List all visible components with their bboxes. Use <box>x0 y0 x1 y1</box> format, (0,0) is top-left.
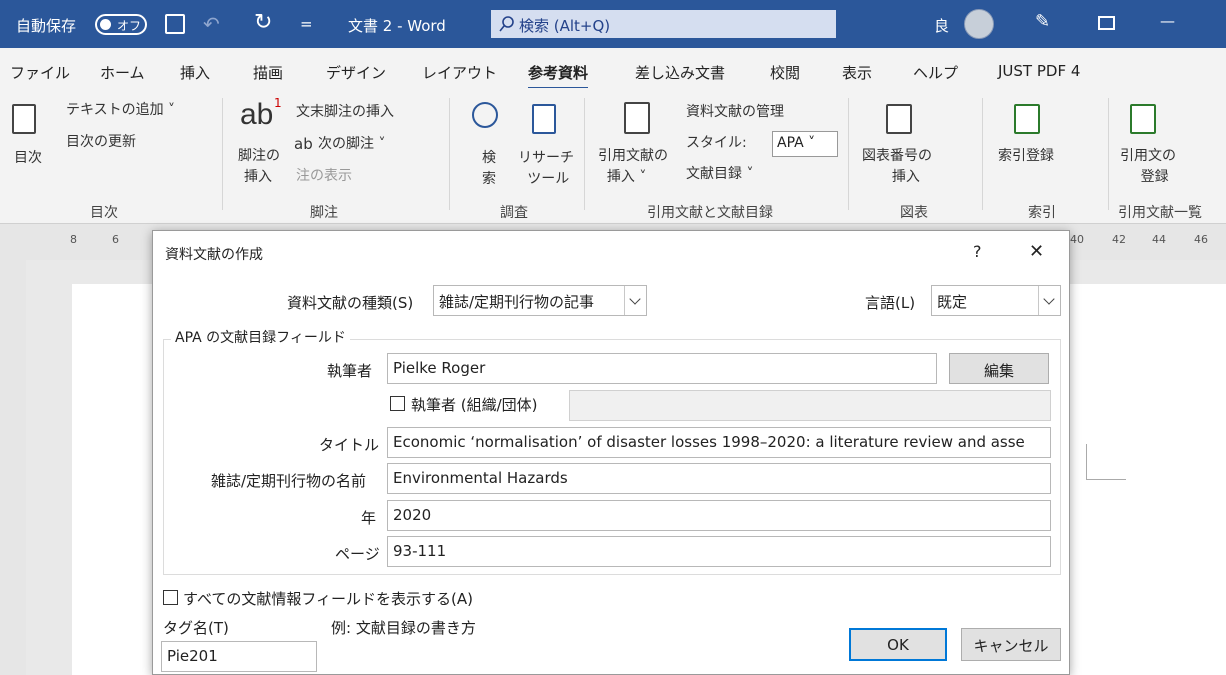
ribbon: 目次 テキストの追加 ˅ 目次の更新 目次 ab 1 脚注の 挿入 文末脚注の挿… <box>0 88 1226 224</box>
toc-icon <box>12 104 36 134</box>
journal-field[interactable]: Environmental Hazards <box>387 463 1051 494</box>
tab-mailings[interactable]: 差し込み文書 <box>635 62 725 83</box>
customize-quick-access-icon[interactable]: = <box>300 15 313 33</box>
manage-sources-button[interactable]: 資料文献の管理 <box>686 102 784 123</box>
ribbon-display-icon[interactable] <box>1098 16 1115 30</box>
tab-just-pdf[interactable]: JUST PDF 4 <box>998 62 1080 80</box>
dialog-title: 資料文献の作成 <box>165 247 263 263</box>
mark-entry-icon <box>1014 104 1040 134</box>
example-label: 例: 文献目録の書き方 <box>331 619 476 637</box>
minimize-button[interactable]: — <box>1160 12 1175 30</box>
create-source-dialog: 資料文献の作成 ? ✕ 資料文献の種類(S) 雑誌/定期刊行物の記事 言語(L)… <box>152 230 1070 675</box>
insert-endnote-button[interactable]: 文末脚注の挿入 <box>296 102 394 123</box>
tab-view[interactable]: 表示 <box>842 62 872 83</box>
year-label: 年 <box>361 509 377 527</box>
tab-layout[interactable]: レイアウト <box>422 62 497 83</box>
corporate-author-label: 執筆者 (組織/団体) <box>411 396 538 414</box>
search-icon <box>499 16 514 32</box>
captions-group-label: 図表 <box>900 205 928 221</box>
autosave-toggle[interactable]: オフ <box>95 14 147 35</box>
autosave-label: 自動保存 <box>16 17 77 35</box>
language-select[interactable]: 既定 <box>931 285 1061 316</box>
edit-author-button[interactable]: 編集 <box>949 353 1049 384</box>
text-boundary-mark <box>1086 444 1126 480</box>
author-field[interactable]: Pielke Roger <box>387 353 937 384</box>
avatar[interactable] <box>964 9 994 39</box>
vertical-ruler <box>0 260 26 675</box>
ok-button[interactable]: OK <box>849 628 947 661</box>
insert-caption-icon <box>886 104 912 134</box>
style-label: スタイル: <box>686 135 747 151</box>
mark-citation-button[interactable]: 引用文の 登録 <box>1120 146 1176 188</box>
field-group-label: APA の文献目録フィールド <box>171 327 350 347</box>
language-label: 言語(L) <box>865 294 916 312</box>
research-group-label: 調査 <box>500 205 528 221</box>
researcher-icon <box>532 104 556 134</box>
citations-group-label: 引用文献と文献目録 <box>647 205 773 221</box>
index-group-label: 索引 <box>1028 205 1056 221</box>
undo-icon[interactable]: ↶ <box>203 12 220 36</box>
tab-draw[interactable]: 描画 <box>253 62 283 83</box>
title-label: タイトル <box>319 436 380 454</box>
ribbon-tabs: ファイル ホーム 挿入 描画 デザイン レイアウト 参考資料 差し込み文書 校閲… <box>0 48 1226 90</box>
tab-insert[interactable]: 挿入 <box>180 62 210 83</box>
chevron-down-icon: ˅ <box>808 135 816 151</box>
insert-citation-button[interactable]: 引用文献の 挿入 ˅ <box>598 146 668 188</box>
tab-home[interactable]: ホーム <box>100 62 145 83</box>
insert-caption-button[interactable]: 図表番号の 挿入 <box>862 146 932 188</box>
style-select[interactable]: APA ˅ <box>772 131 838 157</box>
researcher-button[interactable]: リサーチ ツール <box>518 148 574 190</box>
footnote-superscript: 1 <box>274 96 282 110</box>
tab-review[interactable]: 校閲 <box>770 62 800 83</box>
show-all-fields-label: すべての文献情報フィールドを表示する(A) <box>183 590 474 608</box>
year-field[interactable]: 2020 <box>387 500 1051 531</box>
tab-design[interactable]: デザイン <box>326 62 386 83</box>
footnotes-group-label: 脚注 <box>310 205 338 221</box>
source-type-select[interactable]: 雑誌/定期刊行物の記事 <box>433 285 647 316</box>
show-notes-button[interactable]: 注の表示 <box>296 166 352 187</box>
next-footnote-icon: ab <box>294 135 313 153</box>
journal-label: 雑誌/定期刊行物の名前 <box>211 472 367 490</box>
tag-name-field[interactable]: Pie201 <box>161 641 317 672</box>
cancel-button[interactable]: キャンセル <box>961 628 1061 661</box>
chevron-down-icon <box>1038 286 1060 315</box>
corporate-author-checkbox[interactable] <box>390 396 405 411</box>
tab-file[interactable]: ファイル <box>10 62 70 83</box>
user-name: 良 <box>934 17 950 35</box>
chevron-down-icon <box>624 286 646 315</box>
bibliography-button[interactable]: 文献目録 ˅ <box>686 164 753 185</box>
pages-label: ページ <box>335 545 380 563</box>
add-text-button[interactable]: テキストの追加 ˅ <box>66 100 175 121</box>
research-search-button[interactable]: 検索 <box>482 148 496 190</box>
toc-group-label: 目次 <box>90 205 118 221</box>
search-box[interactable]: 検索 (Alt+Q) <box>491 10 836 38</box>
close-button[interactable]: ✕ <box>1029 241 1044 262</box>
corporate-author-field[interactable] <box>569 390 1051 421</box>
tab-references[interactable]: 参考資料 <box>528 62 589 90</box>
redo-icon[interactable]: ↻ <box>254 10 272 35</box>
mark-citation-icon <box>1130 104 1156 134</box>
document-title: 文書 2 - Word <box>348 17 446 35</box>
insert-citation-icon <box>624 102 650 134</box>
pen-icon[interactable]: ✎ <box>1035 11 1050 32</box>
help-button[interactable]: ? <box>973 242 982 261</box>
author-label: 執筆者 <box>327 362 373 380</box>
footnote-icon: ab <box>240 98 274 131</box>
show-all-fields-checkbox[interactable] <box>163 590 178 605</box>
title-field[interactable]: Economic ‘normalisation’ of disaster los… <box>387 427 1051 458</box>
update-table-button[interactable]: 目次の更新 <box>66 132 136 153</box>
tag-name-label: タグ名(T) <box>163 619 229 637</box>
toa-group-label: 引用文献一覧 <box>1118 205 1202 221</box>
title-bar: 自動保存 オフ ↶ ↻ = 文書 2 - Word 検索 (Alt+Q) 良 ✎… <box>0 0 1226 48</box>
pages-field[interactable]: 93-111 <box>387 536 1051 567</box>
save-icon[interactable] <box>165 14 185 34</box>
mark-entry-button[interactable]: 索引登録 <box>998 146 1054 167</box>
search-research-icon <box>472 102 498 128</box>
source-type-label: 資料文献の種類(S) <box>287 294 414 312</box>
tab-help[interactable]: ヘルプ <box>913 62 958 83</box>
